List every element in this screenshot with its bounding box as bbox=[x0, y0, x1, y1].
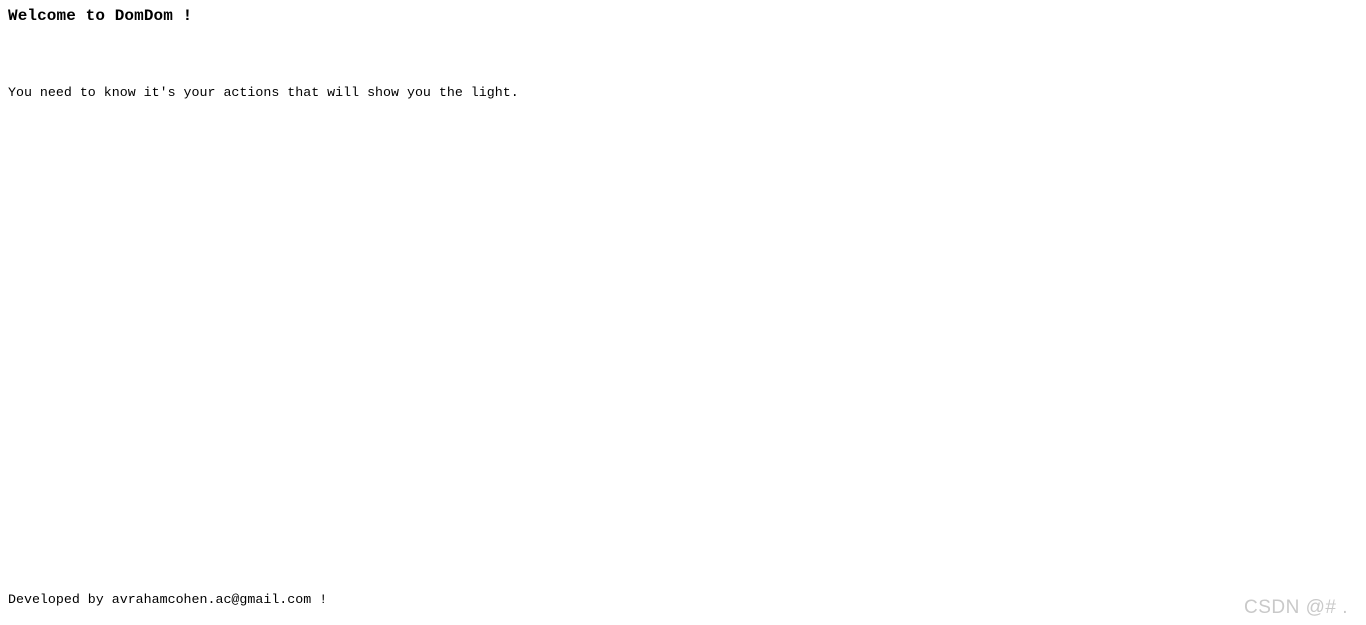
developer-credit: Developed by avrahamcohen.ac@gmail.com ! bbox=[8, 592, 328, 607]
csdn-watermark: CSDN @# . bbox=[1243, 597, 1348, 618]
page-title: Welcome to DomDom ! bbox=[8, 7, 193, 25]
intro-message: You need to know it's your actions that … bbox=[8, 85, 519, 100]
page-root: Welcome to DomDom ! You need to know it'… bbox=[0, 0, 1366, 625]
